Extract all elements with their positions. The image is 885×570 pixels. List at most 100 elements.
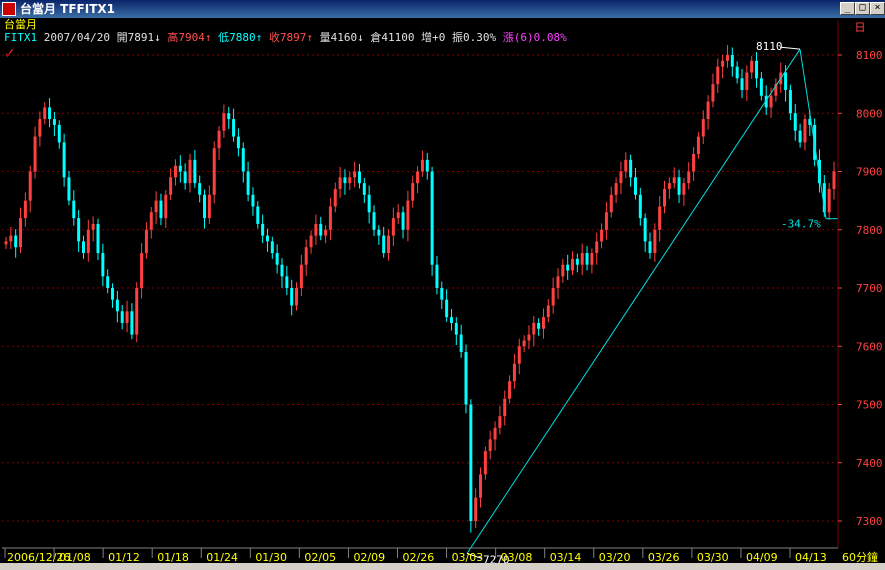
candle-body	[788, 89, 792, 114]
candle-body	[493, 427, 497, 440]
candle-body	[459, 334, 463, 353]
trend-end-label: 8110	[756, 40, 783, 53]
candle-body	[261, 223, 265, 236]
candle	[120, 304, 124, 330]
candle	[193, 149, 197, 188]
y-tick-label: 7700	[856, 282, 883, 295]
candle	[522, 335, 526, 353]
candle-body	[353, 171, 357, 178]
candle	[387, 229, 391, 261]
grid-layer	[2, 54, 838, 522]
candle	[343, 169, 347, 195]
candle	[319, 216, 323, 241]
candle-body	[101, 253, 105, 277]
candle	[493, 421, 497, 451]
candle-body	[566, 264, 570, 271]
candle	[106, 269, 110, 294]
candle-body	[735, 66, 739, 79]
candle-body	[222, 113, 226, 131]
candle	[4, 236, 8, 249]
candle-body	[420, 159, 424, 172]
candle-body	[784, 72, 788, 90]
candle-body	[633, 177, 637, 195]
candle	[541, 308, 545, 339]
y-tick-label: 7500	[856, 399, 883, 412]
candle-body	[483, 451, 487, 475]
candle	[217, 126, 221, 160]
candle-body	[672, 177, 676, 184]
candle	[67, 170, 71, 206]
candle-body	[130, 311, 134, 335]
candle	[33, 126, 37, 179]
candle-body	[43, 107, 47, 120]
candle-body	[730, 55, 734, 67]
candle	[750, 56, 754, 79]
candle-body	[750, 60, 754, 73]
candle-body	[435, 264, 439, 288]
price-chart[interactable]: 81107270-34.7% 日 7300 7400 7500 7600 7700 7800…	[0, 0, 885, 570]
candle	[600, 223, 604, 249]
candle-body	[232, 119, 236, 137]
candle-body	[532, 322, 536, 335]
candle	[270, 236, 274, 259]
candle-body	[600, 229, 604, 242]
candle	[827, 183, 831, 220]
candle	[677, 169, 681, 203]
bottom-tab-strip[interactable]	[0, 563, 885, 570]
candle	[614, 177, 618, 203]
candle-body	[527, 334, 531, 341]
y-tick-label: 7400	[856, 457, 883, 470]
candle-body	[382, 235, 386, 254]
candle-body	[111, 288, 115, 300]
candle	[348, 171, 352, 191]
candle	[328, 197, 332, 241]
candle	[261, 214, 265, 244]
candle	[435, 255, 439, 295]
candle	[236, 128, 240, 157]
candle-body	[241, 148, 245, 172]
candle-body	[391, 218, 395, 236]
candle-body	[508, 381, 512, 399]
candle-body	[711, 84, 715, 102]
candle-body	[275, 253, 279, 265]
candle	[222, 104, 226, 138]
candle-body	[4, 241, 8, 245]
candle	[164, 190, 168, 229]
candle	[663, 180, 667, 214]
candle-body	[207, 194, 211, 219]
candle	[173, 159, 177, 186]
candle-body	[183, 171, 187, 184]
candle	[532, 315, 536, 347]
candle-body	[745, 72, 749, 90]
candle-body	[755, 60, 759, 79]
candle	[701, 110, 705, 145]
candle-body	[590, 253, 594, 265]
candle	[745, 65, 749, 102]
candle	[803, 114, 807, 151]
candle-body	[687, 171, 691, 184]
candle-body	[91, 223, 95, 230]
candle-body	[595, 241, 599, 254]
candle	[556, 268, 560, 300]
candle-body	[585, 253, 589, 265]
candle	[832, 161, 836, 200]
candle	[575, 253, 579, 273]
candle-layer	[4, 45, 836, 533]
candle	[721, 55, 725, 79]
candle	[144, 222, 148, 259]
candle-body	[643, 218, 647, 242]
candle-body	[648, 241, 652, 254]
axis-top-label: 日	[855, 21, 866, 34]
candle	[367, 185, 371, 224]
candle-body	[343, 177, 347, 184]
candle-body	[411, 183, 415, 201]
candle-body	[135, 288, 139, 335]
candle	[406, 190, 410, 242]
candle	[401, 206, 405, 239]
candle-body	[517, 346, 521, 364]
candle	[759, 71, 763, 101]
candle-body	[571, 258, 575, 271]
candle	[633, 168, 637, 200]
period-label: 60分鐘	[842, 550, 878, 564]
candle-body	[682, 183, 686, 195]
